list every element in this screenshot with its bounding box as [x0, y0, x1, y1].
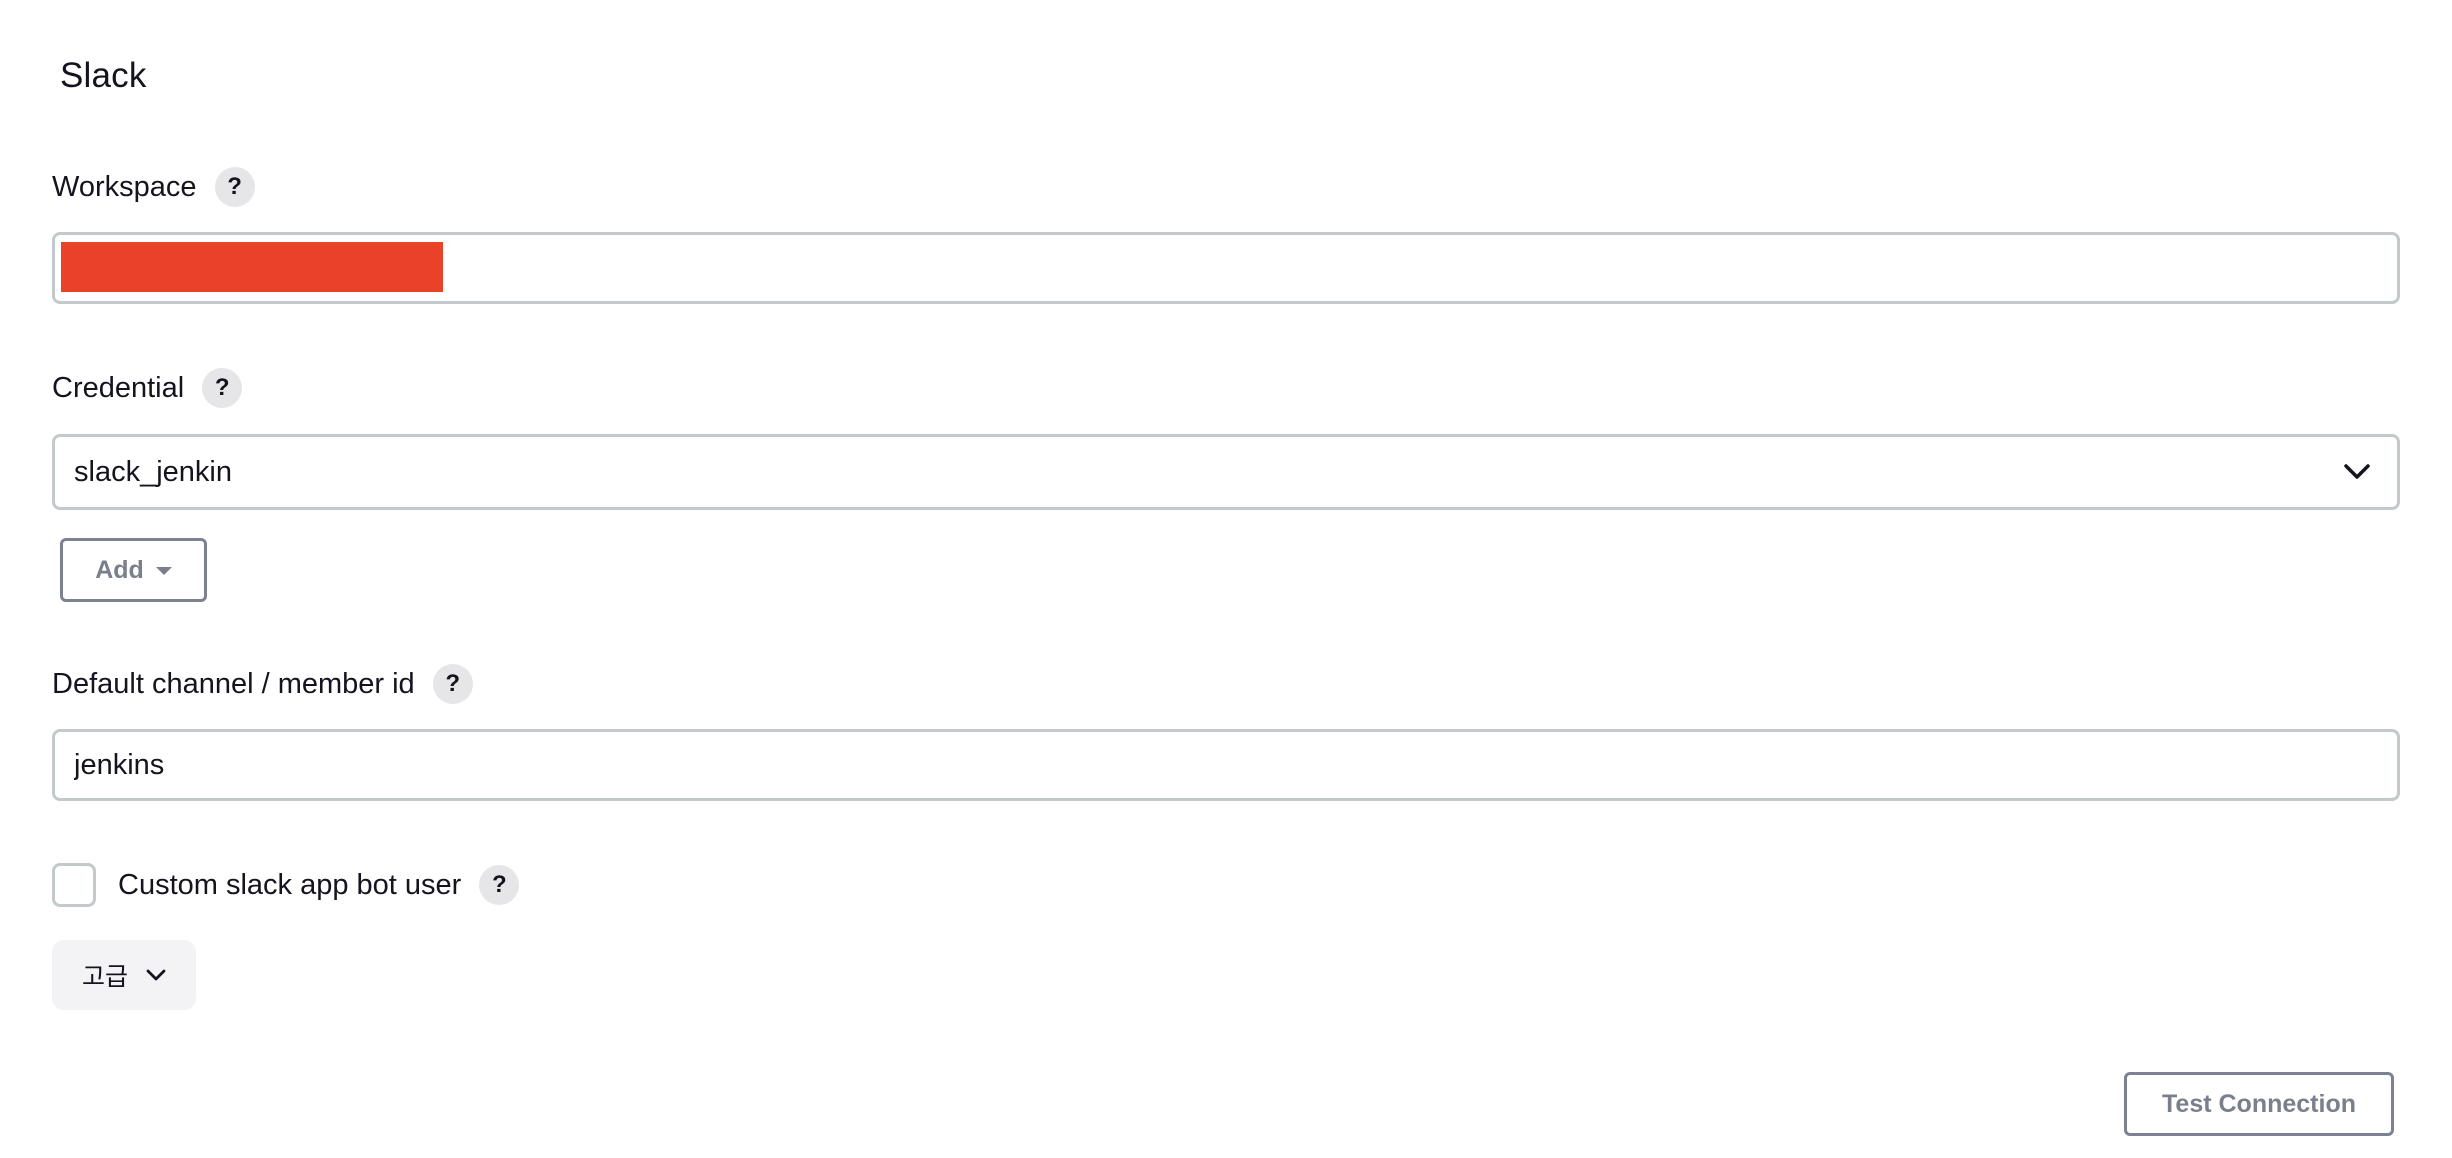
add-button-label: Add: [95, 555, 144, 584]
bot-user-label[interactable]: Custom slack app bot user: [118, 869, 461, 902]
channel-field-label: Default channel / member id ?: [52, 662, 473, 706]
credential-help-icon[interactable]: ?: [202, 368, 243, 408]
caret-down-icon: [155, 567, 172, 575]
credential-select[interactable]: slack_jenkin: [52, 434, 2400, 510]
chevron-down-icon: [2342, 457, 2372, 487]
workspace-field-label: Workspace ?: [52, 165, 255, 209]
test-connection-button[interactable]: Test Connection: [2124, 1072, 2394, 1136]
bot-user-checkbox[interactable]: [52, 863, 96, 907]
bot-user-help-icon[interactable]: ?: [479, 865, 520, 905]
bot-user-row: Custom slack app bot user ?: [52, 862, 520, 908]
chevron-down-icon: [146, 969, 166, 981]
redacted-value: [61, 242, 443, 292]
workspace-help-icon[interactable]: ?: [214, 167, 255, 207]
section-title: Slack: [60, 56, 147, 95]
channel-input[interactable]: [52, 729, 2400, 801]
credential-field-label: Credential ?: [52, 366, 243, 410]
workspace-label: Workspace: [52, 170, 197, 203]
advanced-toggle-button[interactable]: 고급: [52, 940, 196, 1010]
credential-selected-value: slack_jenkin: [74, 455, 232, 488]
add-credential-button[interactable]: Add: [60, 538, 207, 602]
credential-label: Credential: [52, 371, 185, 404]
channel-help-icon[interactable]: ?: [432, 664, 473, 704]
channel-label: Default channel / member id: [52, 667, 415, 700]
advanced-label: 고급: [81, 962, 128, 991]
